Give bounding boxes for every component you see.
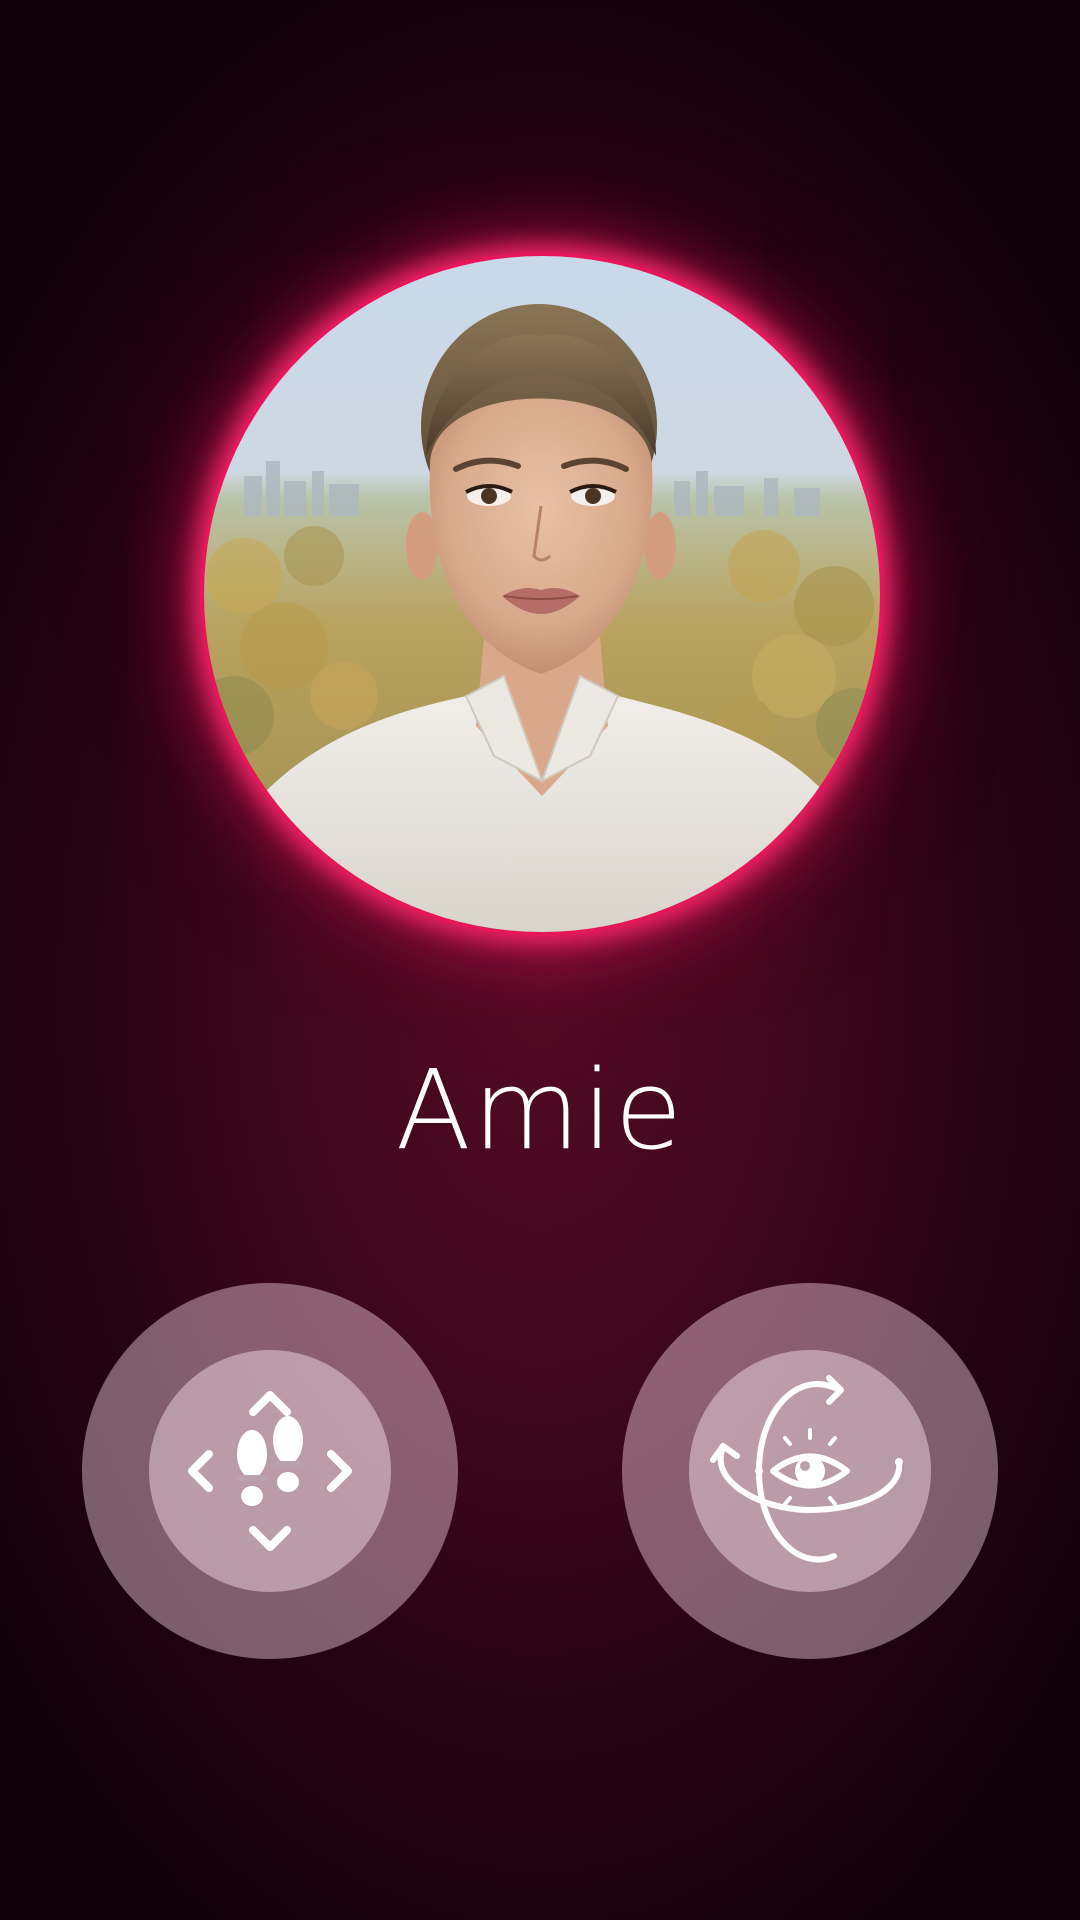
footsteps-move-icon [188, 1391, 352, 1551]
eye-rotate-icon [710, 1375, 903, 1563]
look-control-button[interactable] [622, 1283, 998, 1659]
move-control-inner[interactable] [149, 1350, 391, 1592]
avatar-ring [200, 252, 884, 936]
screen: Amie [0, 0, 1080, 1920]
character-name: Amie [395, 1046, 685, 1174]
move-control-button[interactable] [82, 1283, 458, 1659]
avatar-portrait [204, 256, 880, 932]
look-control-inner[interactable] [689, 1350, 931, 1592]
avatar[interactable] [204, 256, 880, 932]
